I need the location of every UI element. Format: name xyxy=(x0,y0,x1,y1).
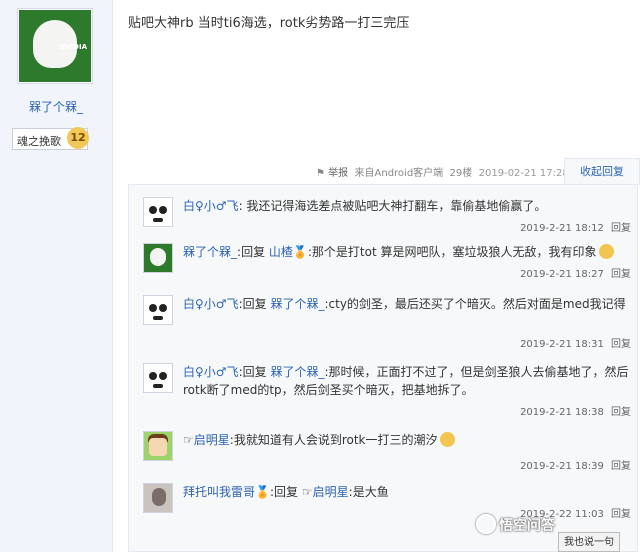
quote-icon: ☞ xyxy=(301,485,313,499)
reply-user[interactable]: 白♀小♂飞 xyxy=(183,199,239,213)
post-meta: ⚑ 举报 来自Android客户端 29楼 2019-02-21 17:28 xyxy=(316,164,569,179)
reply-user[interactable]: 槑了个槑_ xyxy=(183,245,237,259)
fold-replies-button[interactable]: 收起回复 xyxy=(564,158,640,185)
reply-footer: 2019-2-21 18:31 回复 xyxy=(520,335,631,350)
reply-user[interactable]: 白♀小♂飞 xyxy=(183,365,239,379)
medal-icon: 🏅 xyxy=(255,485,270,499)
reply-user[interactable]: 白♀小♂飞 xyxy=(183,297,239,311)
reply-avatar[interactable] xyxy=(143,243,173,273)
badge-level: 12 xyxy=(67,127,89,149)
reply-target[interactable]: 启明星 xyxy=(313,485,349,499)
reply-word: 回复 xyxy=(241,245,266,259)
reply-text: 我还记得海选差点被贴吧大神打翻车，靠偷基地偷赢了。 xyxy=(246,199,547,213)
report-link[interactable]: 举报 xyxy=(328,168,348,179)
avatar-logo-text: NVIDIA xyxy=(59,43,87,51)
reply-text: 我就知道有人会说到rotk一打三的潮汐 xyxy=(233,433,438,447)
reply-time: 2019-2-21 18:39 xyxy=(520,461,604,472)
reply-text: 那个是打tot 算是网吧队，塞垃圾狼人无敌，我有印象 xyxy=(311,245,597,259)
reply-user[interactable]: 拜托叫我雷哥 xyxy=(183,485,255,499)
reply-avatar[interactable] xyxy=(143,295,173,325)
reply-word: 回复 xyxy=(242,297,267,311)
reply-footer: 2019-2-21 18:12 回复 xyxy=(520,219,631,234)
reply-button[interactable]: 回复 xyxy=(611,269,631,280)
reply-button[interactable]: 回复 xyxy=(611,509,631,520)
reply-avatar[interactable] xyxy=(143,431,173,461)
post-floor: 29楼 xyxy=(449,168,473,179)
reply-footer: 2019-2-21 18:27 回复 xyxy=(520,265,631,280)
reply-button[interactable]: 回复 xyxy=(611,339,631,350)
reply-user[interactable]: 启明星 xyxy=(194,433,230,447)
medal-icon: 🏅 xyxy=(292,245,308,259)
reply-avatar[interactable] xyxy=(143,363,173,393)
author-badge[interactable]: 魂之挽歌 12 xyxy=(12,127,89,150)
smile-emoji-icon xyxy=(439,432,455,447)
author-sidebar: NVIDIA 槑了个槑_ 魂之挽歌 12 xyxy=(0,0,113,552)
author-avatar[interactable]: NVIDIA xyxy=(17,8,93,84)
post-time: 2019-02-21 17:28 xyxy=(478,168,569,179)
reply-avatar[interactable] xyxy=(143,483,173,513)
reply-text: cty的剑圣，最后还买了个暗灭。然后对面是med我记得 xyxy=(328,297,626,311)
reply-panel: 白♀小♂飞: 我还记得海选差点被贴吧大神打翻车，靠偷基地偷赢了。 2019-2-… xyxy=(128,184,638,552)
reply-button[interactable]: 回复 xyxy=(611,461,631,472)
reply-footer: 2019-2-21 18:38 回复 xyxy=(520,403,631,418)
reply-text: 是大鱼 xyxy=(352,485,389,499)
quote-icon: ☞ xyxy=(183,433,194,447)
reply-footer: 2019-2-21 18:39 回复 xyxy=(520,457,631,472)
reply-button[interactable]: 回复 xyxy=(611,223,631,234)
wukong-logo-icon xyxy=(476,514,496,534)
smile-emoji-icon xyxy=(598,244,614,259)
watermark-text: 悟空问答 xyxy=(499,518,555,534)
reply-target[interactable]: 槑了个槑_ xyxy=(270,365,324,379)
post-content: 贴吧大神rb 当时ti6海选，rotk劣势路一打三完压 xyxy=(128,16,410,31)
reply-time: 2019-2-21 18:31 xyxy=(520,339,604,350)
report-icon: ⚑ xyxy=(316,168,325,179)
reply-button[interactable]: 回复 xyxy=(611,407,631,418)
watermark: 悟空问答 xyxy=(476,514,555,535)
reply-time: 2019-2-21 18:38 xyxy=(520,407,604,418)
reply-word: 回复 xyxy=(242,365,267,379)
reply-word: 回复 xyxy=(274,485,299,499)
say-something-button[interactable]: 我也说一句 xyxy=(558,532,620,552)
reply-target[interactable]: 山楂 xyxy=(269,245,293,259)
author-name[interactable]: 槑了个槑_ xyxy=(0,98,112,115)
reply-time: 2019-2-21 18:12 xyxy=(520,223,604,234)
reply-target[interactable]: 槑了个槑_ xyxy=(270,297,324,311)
reply-avatar[interactable] xyxy=(143,197,173,227)
badge-label: 魂之挽歌 xyxy=(17,135,61,148)
reply-time: 2019-2-21 18:27 xyxy=(520,269,604,280)
post-source: 来自Android客户端 xyxy=(354,168,444,179)
